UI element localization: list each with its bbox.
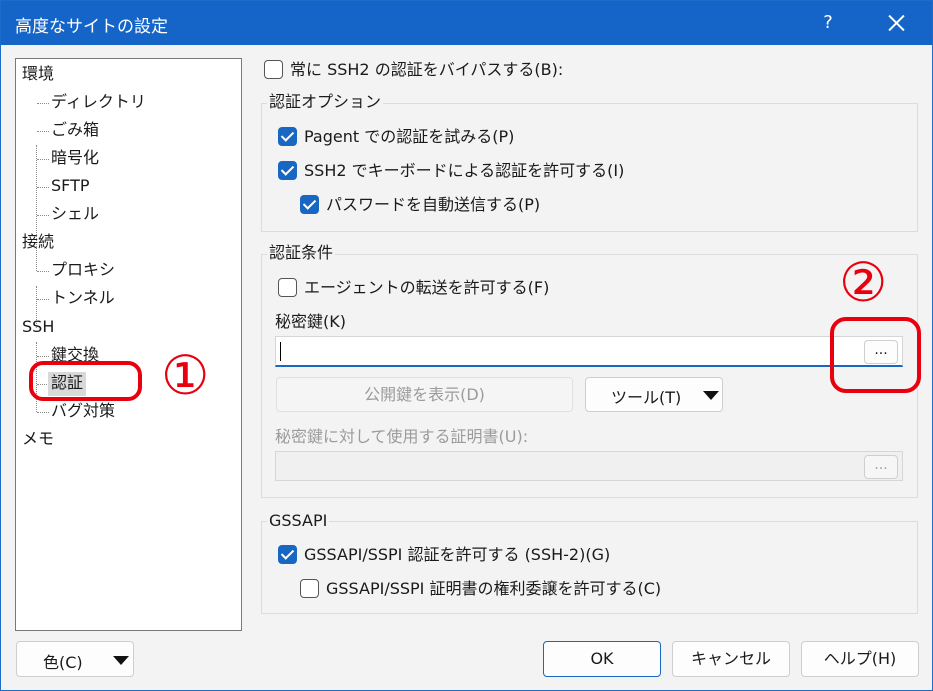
- checkbox-box[interactable]: [264, 60, 283, 79]
- tools-dropdown-button[interactable]: ツール(T): [585, 377, 723, 412]
- private-key-input[interactable]: ...: [275, 336, 903, 367]
- tree-connector-line: [37, 159, 49, 160]
- checkbox-label: エージェントの転送を許可する(F): [304, 278, 550, 297]
- annotation-number-1: ①: [161, 344, 210, 407]
- group-title: GSSAPI: [267, 510, 330, 532]
- window-title: 高度なサイトの設定: [15, 17, 168, 37]
- help-button[interactable]: ヘルプ(H): [801, 641, 919, 677]
- tree-connector-line: [37, 215, 49, 216]
- tree-item-connection[interactable]: 接続: [22, 231, 54, 255]
- text-caret: [280, 342, 281, 361]
- tree-item-tunnel[interactable]: トンネル: [51, 287, 115, 311]
- chevron-down-icon: [113, 656, 129, 665]
- annotation-circle-1: [29, 361, 142, 401]
- chevron-down-icon: [703, 391, 719, 400]
- ok-button[interactable]: OK: [543, 641, 661, 677]
- checkbox-box[interactable]: [278, 278, 297, 297]
- checkbox-box[interactable]: [278, 161, 297, 180]
- help-icon[interactable]: ?: [816, 9, 840, 37]
- tree-connector-line: [37, 356, 49, 357]
- tools-label: ツール(T): [611, 388, 682, 407]
- annotation-circle-2: [830, 317, 921, 393]
- cancel-button[interactable]: キャンセル: [672, 641, 790, 677]
- certificate-browse-button[interactable]: ...: [864, 455, 898, 479]
- checkbox-box[interactable]: [278, 127, 297, 146]
- checkbox-box[interactable]: [278, 545, 297, 564]
- tree-connector-line: [37, 299, 49, 300]
- close-icon[interactable]: [881, 9, 911, 37]
- tree-connector-line: [37, 187, 49, 188]
- gssapi-group: [261, 521, 918, 614]
- checkbox-label: パスワードを自動送信する(P): [326, 195, 541, 214]
- tree-connector-line: [37, 131, 49, 132]
- group-title: 認証オプション: [267, 91, 384, 113]
- color-dropdown-button[interactable]: 色(C): [16, 641, 134, 677]
- private-key-label: 秘密鍵(K): [275, 312, 346, 331]
- tree-item-directories[interactable]: ディレクトリ: [51, 91, 146, 115]
- checkbox-box[interactable]: [300, 195, 319, 214]
- checkbox-box[interactable]: [300, 579, 319, 598]
- group-title: 認証条件: [267, 242, 336, 264]
- tree-item-sftp[interactable]: SFTP: [51, 175, 90, 199]
- show-public-key-button[interactable]: 公開鍵を表示(D): [276, 377, 573, 412]
- annotation-number-2: ②: [839, 251, 888, 314]
- tree-item-note[interactable]: メモ: [22, 428, 54, 452]
- tree-item-recycle-bin[interactable]: ごみ箱: [51, 119, 99, 143]
- advanced-site-settings-dialog: 高度なサイトの設定 ? 環境 ディレクトリ ごみ箱 暗号化 SFTP シェル 接…: [0, 0, 933, 691]
- checkbox-label: 常に SSH2 の認証をバイパスする(B):: [290, 60, 564, 79]
- tree-item-bugs[interactable]: バグ対策: [51, 400, 115, 424]
- certificate-input[interactable]: ...: [275, 451, 903, 481]
- tree-item-ssh[interactable]: SSH: [22, 316, 54, 340]
- tree-item-proxy[interactable]: プロキシ: [51, 259, 115, 283]
- checkbox-label: SSH2 でキーボードによる認証を許可する(I): [304, 161, 625, 180]
- tree-connector-line: [37, 271, 49, 272]
- checkbox-label: GSSAPI/SSPI 証明書の権利委譲を許可する(C): [326, 579, 662, 598]
- certificate-label: 秘密鍵に対して使用する証明書(U):: [275, 427, 529, 446]
- title-bar: 高度なサイトの設定 ?: [1, 1, 932, 45]
- tree-connector-line: [37, 412, 49, 413]
- tree-item-shell[interactable]: シェル: [51, 203, 99, 227]
- tree-item-environment[interactable]: 環境: [22, 63, 54, 87]
- tree-item-encryption[interactable]: 暗号化: [51, 147, 99, 171]
- checkbox-label: GSSAPI/SSPI 認証を許可する (SSH-2)(G): [304, 545, 611, 564]
- checkbox-label: Pagent での認証を試みる(P): [304, 127, 515, 146]
- tree-connector-line: [37, 103, 49, 104]
- color-label: 色(C): [43, 653, 83, 672]
